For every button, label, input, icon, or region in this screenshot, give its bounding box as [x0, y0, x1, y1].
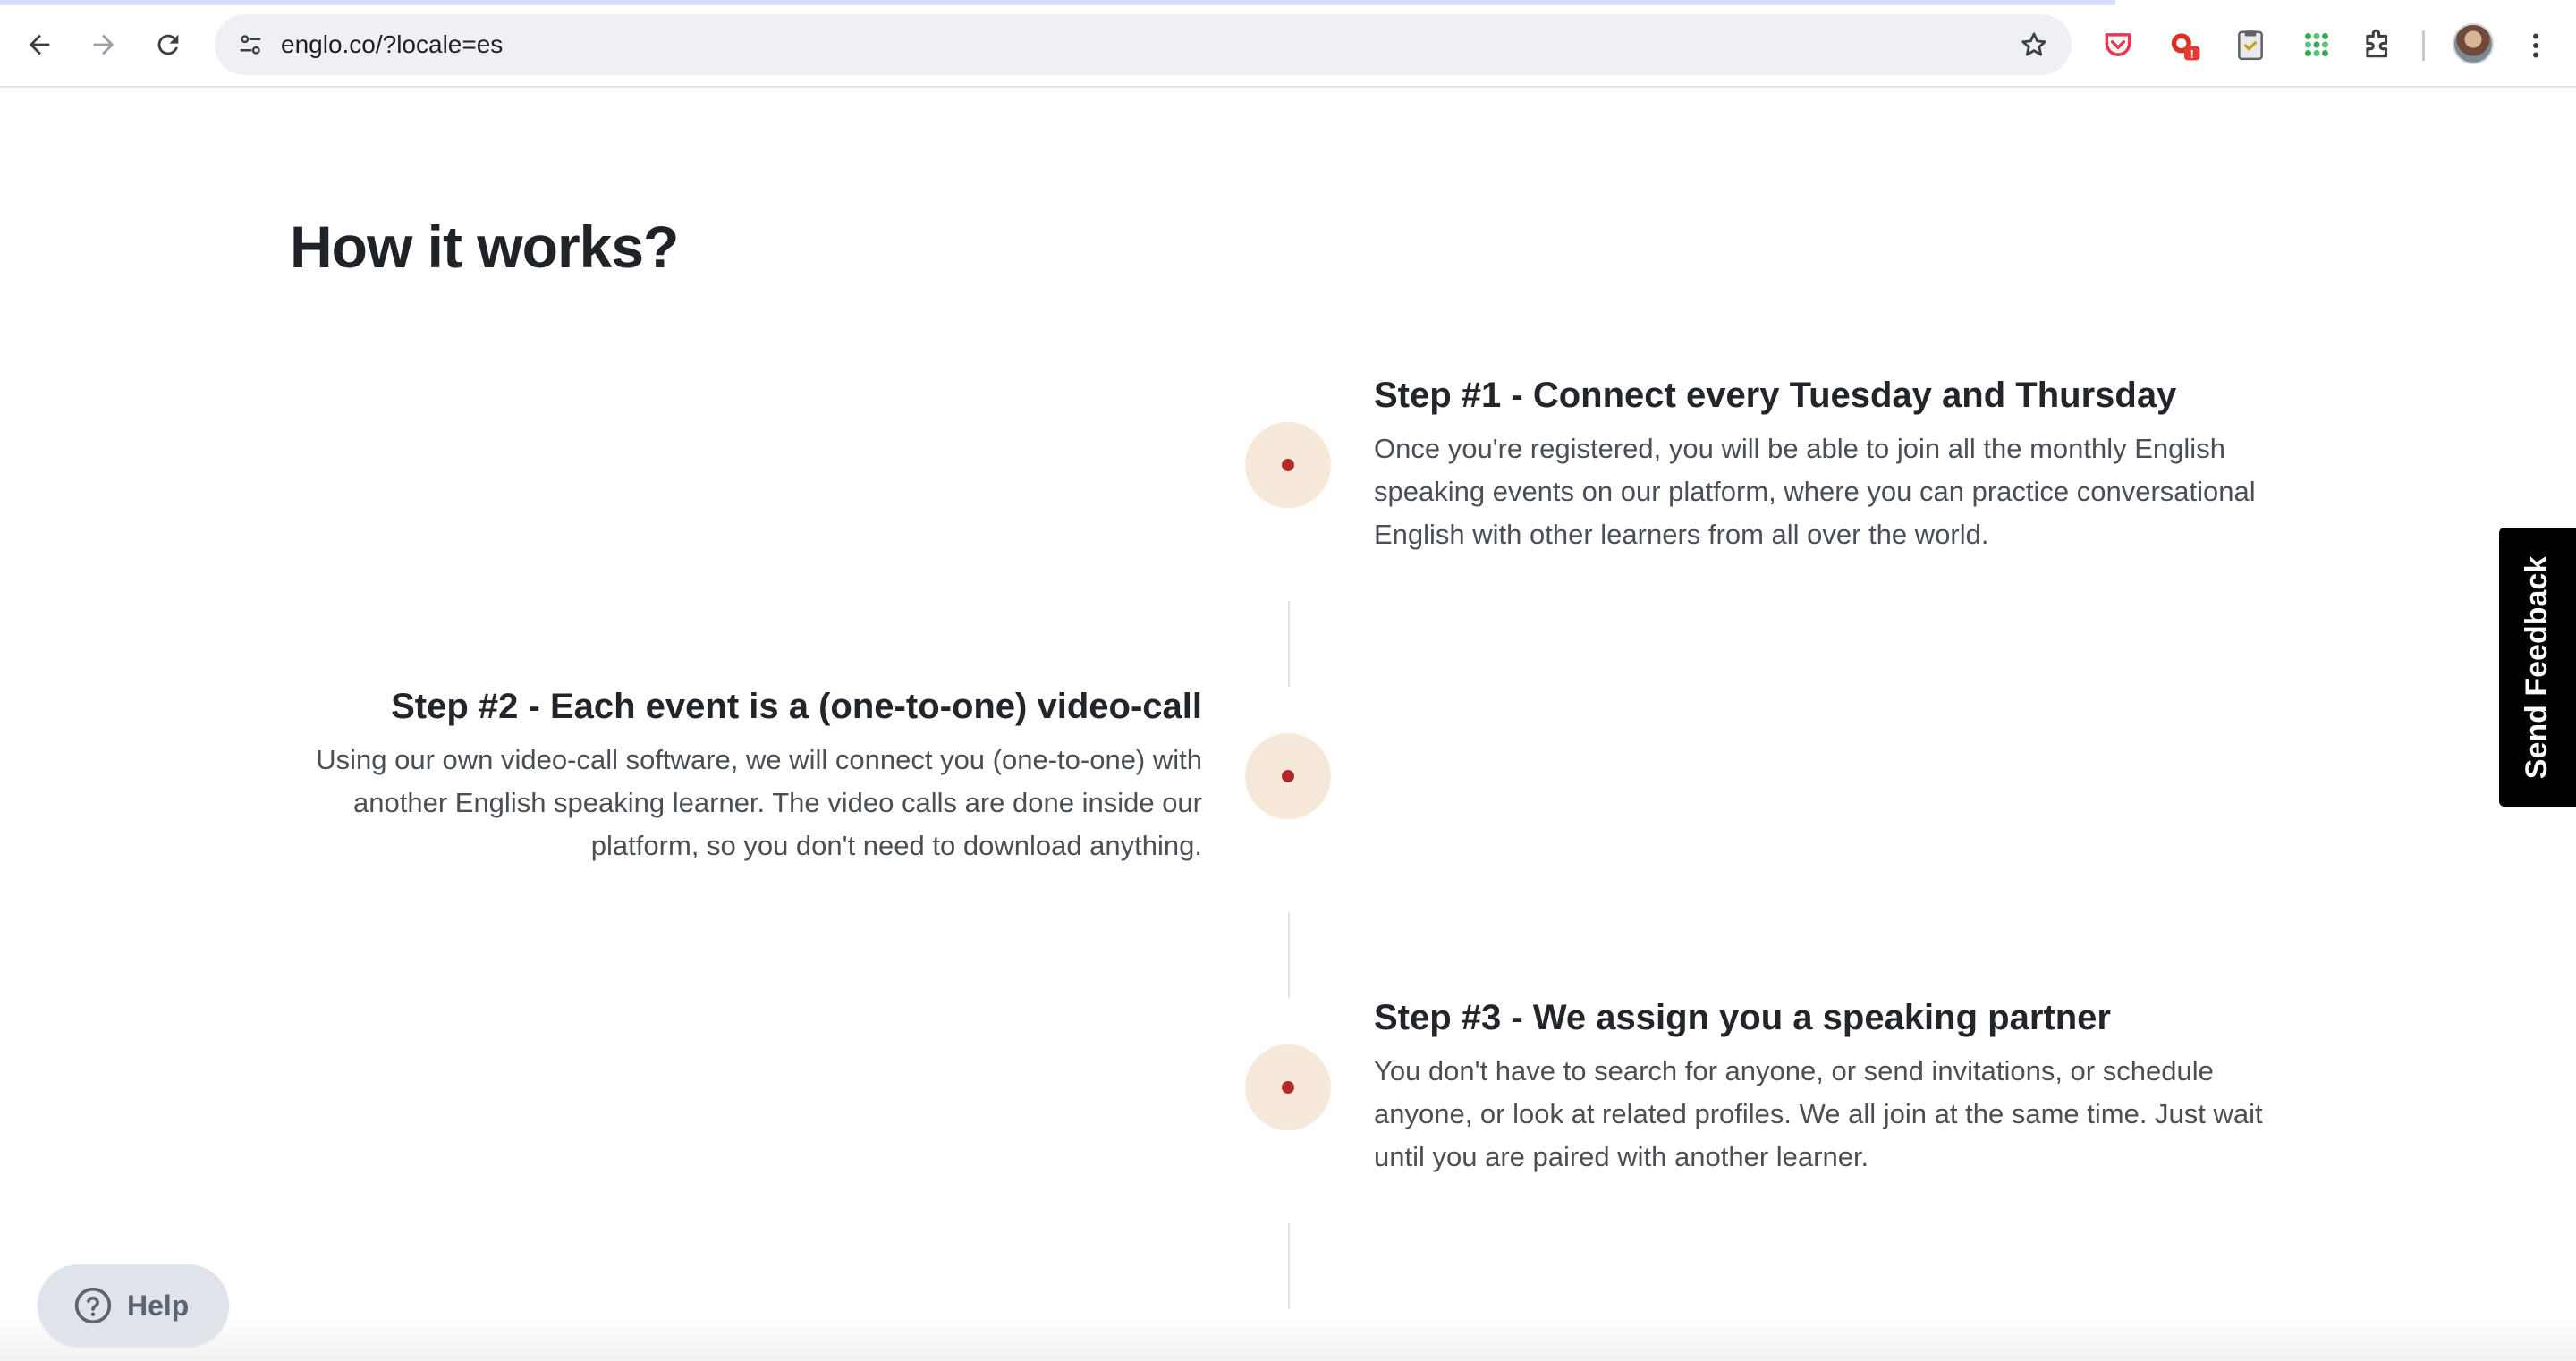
alert-extension-icon: ! — [2171, 33, 2200, 61]
bottom-fade — [0, 1315, 2576, 1361]
toolbar-separator — [2422, 30, 2425, 61]
timeline-marker-step-2 — [1245, 733, 1331, 819]
help-label: Help — [127, 1289, 190, 1322]
star-outline-icon — [2021, 32, 2046, 56]
browser-toolbar: englo.co/?locale=es ! — [0, 0, 2576, 88]
profile-avatar[interactable] — [2453, 23, 2494, 64]
step-2-description: Using our own video-call software, we wi… — [316, 744, 1202, 861]
grid-extension-button[interactable] — [2293, 21, 2340, 68]
back-button[interactable] — [14, 20, 64, 70]
bookmark-button[interactable] — [2012, 23, 2055, 66]
reload-icon — [157, 34, 179, 55]
site-info-button[interactable] — [227, 21, 274, 68]
step-2-title: Step #2 - Each event is a (one-to-one) v… — [391, 687, 1202, 726]
step-3-title: Step #3 - We assign you a speaking partn… — [1374, 998, 2111, 1037]
timeline-connector — [1288, 601, 1290, 687]
timeline-marker-step-1 — [1245, 422, 1331, 508]
grid-dots-extension-icon — [2305, 33, 2328, 56]
address-bar[interactable]: englo.co/?locale=es — [215, 14, 2072, 75]
help-button[interactable]: Help — [38, 1264, 229, 1347]
forward-button[interactable] — [79, 20, 129, 70]
browser-menu-button[interactable] — [2513, 23, 2558, 68]
step-1-description: Once you're registered, you will be able… — [1374, 433, 2256, 550]
step-1-title: Step #1 - Connect every Tuesday and Thur… — [1374, 376, 2177, 415]
timeline-marker-step-3 — [1245, 1044, 1331, 1130]
alert-badge: ! — [2190, 48, 2194, 61]
url-text[interactable]: englo.co/?locale=es — [281, 30, 503, 60]
clipboard-extension-button[interactable] — [2227, 21, 2274, 68]
page-load-progress — [0, 0, 2115, 5]
page-content: How it works? Step #1 - Connect every Tu… — [0, 89, 2576, 1361]
send-feedback-button[interactable]: Send Feedback — [2499, 528, 2576, 807]
arrow-right-icon — [93, 34, 114, 55]
question-circle-icon — [74, 1287, 112, 1324]
tune-icon — [240, 35, 261, 55]
alert-extension-button[interactable]: ! — [2161, 21, 2207, 68]
section-title: How it works? — [290, 214, 679, 280]
puzzle-icon — [2366, 29, 2388, 58]
timeline-marker-center — [1282, 1081, 1294, 1094]
timeline-marker-center — [1282, 770, 1294, 782]
timeline-marker-center — [1282, 459, 1294, 471]
pocket-extension-button[interactable] — [2095, 21, 2141, 68]
clipboard-extension-icon — [2238, 30, 2263, 61]
step-3-description: You don't have to search for anyone, or … — [1374, 1055, 2263, 1172]
reload-button[interactable] — [143, 20, 193, 70]
send-feedback-label: Send Feedback — [2520, 555, 2555, 779]
kebab-menu-icon — [2533, 33, 2538, 58]
timeline-connector — [1288, 1223, 1290, 1309]
extensions-menu-button[interactable] — [2354, 21, 2401, 68]
arrow-left-icon — [29, 34, 50, 55]
timeline-connector — [1288, 912, 1290, 998]
pocket-icon — [2105, 33, 2131, 56]
